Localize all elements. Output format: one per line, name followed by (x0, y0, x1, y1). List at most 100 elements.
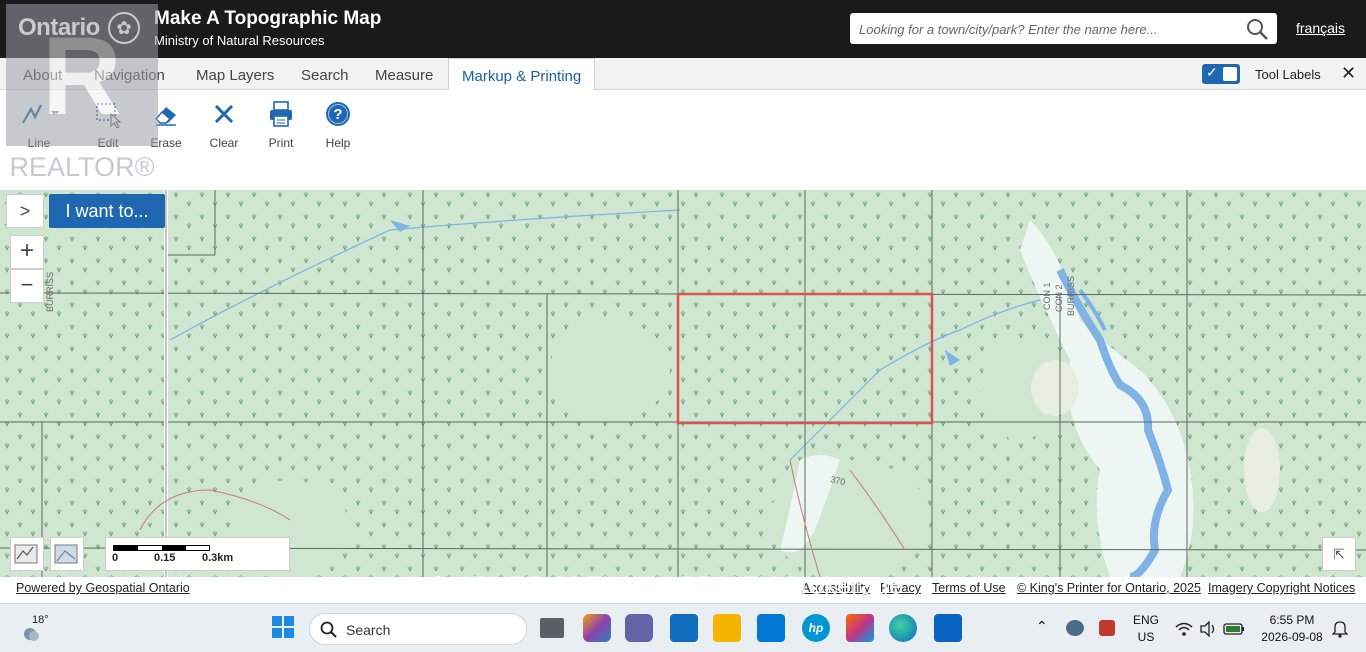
scale-bar: 0 0.15 0.3km (105, 537, 290, 571)
place-search-input[interactable] (859, 19, 1229, 39)
line-tool-button[interactable]: Line (14, 100, 64, 150)
toggle-knob (1223, 67, 1237, 81)
i-want-to-button[interactable]: I want to... (49, 194, 165, 228)
imagery-copyright-link[interactable]: Imagery Copyright Notices (1208, 581, 1355, 595)
windows-logo-icon (272, 616, 294, 638)
tab-navigation[interactable]: Navigation (94, 58, 165, 90)
scale-tick-mid: 0.15 (154, 552, 176, 564)
app-header: Ontario ✿ Make A Topographic Map Ministr… (0, 0, 1366, 58)
accessibility-link[interactable]: Accessibility (802, 581, 870, 595)
help-tool-label: Help (325, 136, 351, 150)
battery-icon[interactable] (1223, 622, 1245, 636)
powered-by-link[interactable]: Powered by Geospatial Ontario (16, 581, 190, 595)
road-label-burriss-west: BURRISS (45, 272, 55, 312)
app-subtitle: Ministry of Natural Resources (154, 33, 325, 48)
tool-labels-text: Tool Labels (1255, 67, 1321, 82)
clear-tool-label: Clear (209, 136, 239, 150)
outlook-icon[interactable] (934, 614, 962, 642)
expand-panel-button[interactable]: > (6, 194, 44, 228)
topo-basemap-icon (14, 544, 38, 564)
terms-link[interactable]: Terms of Use (932, 581, 1006, 595)
clock-date: 2026-09-08 (1261, 630, 1323, 644)
tab-bar: About Navigation Map Layers Search Measu… (0, 58, 1366, 91)
edit-tool-label: Edit (97, 136, 119, 150)
notification-bell-icon[interactable] (1332, 620, 1348, 638)
arrow-up-left-icon: ⇱ (1333, 546, 1345, 562)
erase-tool-label: Erase (150, 136, 182, 150)
road-label-con1: CON 1 (1042, 282, 1052, 310)
tab-map-layers[interactable]: Map Layers (196, 58, 274, 90)
tab-search[interactable]: Search (301, 58, 349, 90)
search-icon[interactable] (1245, 17, 1269, 41)
markup-toolbar: Line Edit Erase Clear Print ? Help (0, 90, 1366, 190)
clear-x-icon (214, 104, 234, 124)
store-icon[interactable] (757, 614, 785, 642)
tab-about[interactable]: About (23, 58, 62, 90)
scale-tick-end: 0.3km (202, 552, 234, 564)
search-icon (320, 621, 337, 638)
edit-tool-button[interactable]: Edit (83, 100, 133, 150)
weather-temp: 18° (32, 614, 49, 626)
clock[interactable]: 6:55 PM 2026-09-08 (1260, 613, 1324, 644)
help-tool-button[interactable]: ? Help (313, 100, 363, 150)
road-label-burriss-east: BURRISS (1066, 276, 1076, 316)
start-button[interactable] (270, 614, 298, 642)
basemap-topo-button[interactable] (10, 537, 44, 571)
language-indicator[interactable]: ENG US (1130, 613, 1162, 644)
minus-icon: − (20, 272, 34, 297)
basemap-imagery-button[interactable] (50, 537, 84, 571)
file-explorer-icon[interactable] (713, 614, 741, 642)
chevron-right-icon: > (19, 201, 31, 221)
chevron-up-icon[interactable]: ⌃ (1036, 618, 1048, 635)
copilot-icon[interactable] (583, 614, 611, 642)
scale-bar-graphic (113, 545, 210, 551)
trillium-logo-icon: ✿ (108, 12, 140, 44)
tab-measure[interactable]: Measure (375, 58, 433, 90)
privacy-link[interactable]: Privacy (880, 581, 921, 595)
line-tool-label: Line (27, 136, 51, 150)
place-search-box (850, 13, 1277, 44)
edit-select-icon (96, 103, 122, 128)
keyboard-layout: US (1137, 630, 1155, 644)
task-view-icon[interactable] (540, 618, 564, 638)
topographic-map: BURRISS CON 1 CON 2 BURRISS 370 (0, 190, 1366, 577)
map-footer: Powered by Geospatial Ontario Accessibil… (0, 577, 1366, 603)
cloud-sync-icon[interactable] (1066, 620, 1084, 636)
map-canvas[interactable]: BURRISS CON 1 CON 2 BURRISS 370 > I want… (0, 190, 1366, 577)
erase-tool-button[interactable]: Erase (141, 100, 191, 150)
tool-labels-toggle[interactable]: ✓ (1202, 64, 1240, 84)
m365-icon[interactable] (846, 614, 874, 642)
ontario-logo-text[interactable]: Ontario (18, 14, 100, 42)
copyright-link[interactable]: © King's Printer for Ontario, 2025 (1017, 581, 1201, 595)
clock-time: 6:55 PM (1269, 613, 1315, 627)
print-tool-button[interactable]: Print (256, 100, 306, 150)
language-link[interactable]: français (1296, 20, 1345, 36)
help-icon: ? (326, 102, 350, 126)
app-window: Ontario ✿ Make A Topographic Map Ministr… (0, 0, 1366, 652)
eraser-icon (155, 107, 176, 126)
volume-icon[interactable] (1199, 621, 1217, 637)
windows-taskbar: 18° Search hp ⌃ ENG US 6:55 PM 2026-09-0… (0, 603, 1366, 652)
edge-icon[interactable] (889, 614, 917, 642)
plus-icon: + (19, 237, 34, 264)
hp-icon[interactable]: hp (802, 614, 830, 642)
taskbar-search[interactable]: Search (309, 613, 527, 645)
svg-text:?: ? (333, 106, 342, 123)
wifi-icon[interactable] (1175, 621, 1193, 637)
road-label-con2: CON 2 (1054, 284, 1064, 312)
zoom-out-button[interactable]: − (10, 269, 44, 303)
check-icon: ✓ (1206, 64, 1218, 80)
clear-tool-button[interactable]: Clear (199, 100, 249, 150)
imagery-basemap-icon (54, 544, 78, 564)
security-icon[interactable] (1099, 620, 1115, 636)
print-tool-label: Print (268, 136, 294, 150)
close-icon[interactable]: ✕ (1341, 63, 1356, 84)
overview-map-button[interactable]: ⇱ (1322, 537, 1356, 571)
line-icon (22, 104, 59, 124)
printer-icon (270, 101, 292, 127)
app-title: Make A Topographic Map (154, 8, 382, 29)
tab-markup-printing[interactable]: Markup & Printing (448, 58, 596, 91)
teams-icon[interactable] (625, 614, 653, 642)
zoom-in-button[interactable]: + (10, 235, 44, 269)
outlook-new-icon[interactable] (670, 614, 698, 642)
